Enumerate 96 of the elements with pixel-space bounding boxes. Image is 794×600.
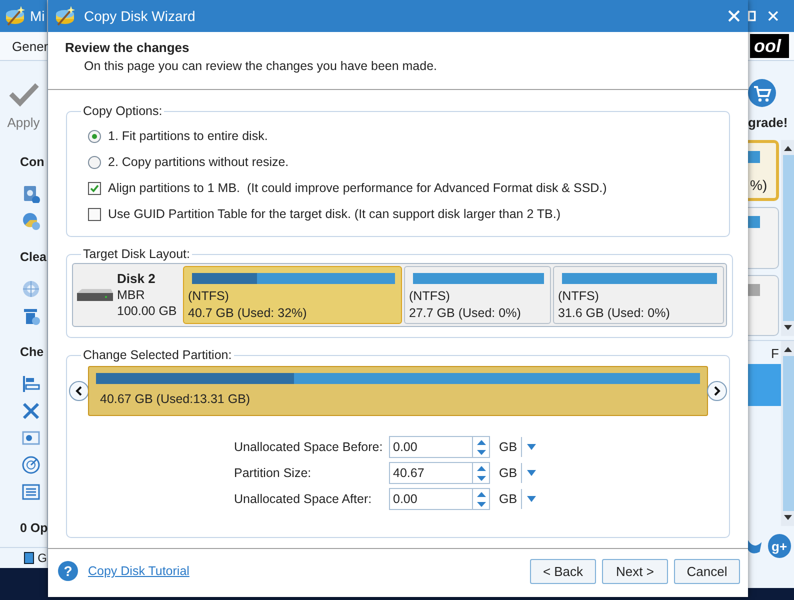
checkbox[interactable] (88, 208, 101, 220)
option-label: Align partitions to 1 MB. (It could improve performance for Advanced Format disk & SSD.) (108, 181, 607, 195)
caret-up-icon[interactable] (784, 347, 792, 352)
disk-card[interactable] (748, 274, 779, 336)
maximize-icon[interactable] (748, 10, 756, 22)
caret-down-icon[interactable] (784, 515, 792, 520)
close-icon[interactable] (768, 10, 778, 22)
section-header: 0 Op (20, 521, 48, 537)
unit-label: GB (490, 489, 522, 509)
caret-icon[interactable] (527, 444, 536, 450)
partition-info: 27.7 GB (Used: 0%) (409, 305, 522, 322)
align-icon[interactable] (22, 375, 40, 393)
file-system: (NTFS) (409, 288, 451, 305)
caret-up-icon[interactable] (784, 146, 792, 151)
close-icon[interactable] (728, 10, 740, 22)
scrollbar[interactable] (781, 140, 794, 336)
option-label: Use GUID Partition Table for the target disk. (It can support disk larger than 2 TB.) (108, 207, 561, 221)
partition-info: 40.67 GB (Used:13.31 GB) (99, 392, 252, 406)
card-icon[interactable] (22, 429, 40, 447)
partition-block[interactable]: (NTFS) 40.7 GB (Used: 32%) (183, 266, 402, 324)
scrollbar[interactable] (781, 341, 794, 526)
window-title: Mi (30, 8, 45, 24)
file-system: (NTFS) (188, 288, 230, 305)
group-title: Target Disk Layout: (82, 247, 191, 261)
scrollbar-thumb[interactable] (782, 356, 794, 511)
section-header: Clea (20, 250, 46, 266)
globe-icon[interactable] (22, 280, 40, 298)
chevron-right-icon (713, 386, 721, 396)
menu-tab[interactable]: Gener (0, 38, 48, 54)
disk-size: 100.00 GB (117, 303, 177, 319)
check-icon[interactable] (8, 81, 40, 107)
caret-down-icon[interactable] (784, 325, 792, 330)
unit-label: GB (490, 437, 522, 457)
list-icon[interactable] (22, 483, 40, 501)
field-label: Partition Size: (234, 466, 312, 480)
section-header: Con (20, 155, 44, 171)
brand-logo: ool (750, 34, 789, 58)
radio-button[interactable] (88, 156, 101, 168)
spin-buttons[interactable] (473, 436, 490, 458)
file-system: (NTFS) (558, 288, 600, 305)
size-field[interactable]: 0.00 (389, 488, 473, 510)
toolbar-label[interactable]: Apply (7, 115, 40, 130)
app-icon (4, 5, 26, 27)
disk-icon[interactable] (22, 185, 40, 203)
option-label: 2. Copy partitions without resize. (108, 155, 289, 169)
spin-buttons[interactable] (473, 488, 490, 510)
partition-info: 40.7 GB (Used: 32%) (188, 305, 308, 322)
social-icon[interactable]: g+ (768, 534, 791, 558)
size-field[interactable]: 40.67 (389, 462, 473, 484)
radar-icon[interactable] (22, 456, 40, 474)
page-subtitle: On this page you can review the changes you have been made. (84, 59, 438, 73)
field-label: Unallocated Space After: (234, 492, 373, 506)
cart-icon[interactable] (748, 79, 776, 107)
usage-bar (748, 216, 760, 228)
partition-block[interactable]: (NTFS) 31.6 GB (Used: 0%) (553, 266, 724, 324)
chevron-left-icon (75, 386, 83, 396)
section-header: Che (20, 345, 44, 361)
usage-bar (748, 284, 760, 296)
checkbox[interactable] (88, 182, 101, 194)
previous-button[interactable] (69, 381, 89, 401)
next-arrow-button[interactable] (707, 381, 727, 401)
disk-drive-icon (77, 288, 113, 302)
partition-block[interactable]: (NTFS) 27.7 GB (Used: 0%) (404, 266, 551, 324)
unit-label: GB (490, 463, 522, 483)
dialog-button[interactable]: Next > (602, 558, 668, 584)
dialog-button[interactable]: < Back (530, 558, 596, 584)
group-title: Change Selected Partition: (82, 348, 233, 362)
field-label: Unallocated Space Before: (234, 440, 384, 454)
option-label: 1. Fit partitions to entire disk. (108, 129, 268, 143)
app-icon (54, 5, 76, 27)
partition-bar[interactable]: 40.67 GB (Used:13.31 GB) (88, 366, 708, 416)
pie-icon[interactable] (22, 212, 40, 230)
card-text: %) (749, 177, 768, 193)
disk-card[interactable] (748, 207, 779, 269)
caret-icon[interactable] (527, 496, 536, 502)
page-heading: Review the changes (65, 40, 190, 55)
disk-type: MBR (117, 287, 146, 303)
toolbar-label[interactable]: grade! (748, 115, 788, 130)
tutorial-link[interactable]: Copy Disk Tutorial (88, 564, 190, 578)
scrollbar-thumb[interactable] (782, 155, 794, 321)
radio-button[interactable] (88, 130, 101, 142)
help-icon[interactable]: ? (58, 561, 78, 581)
trash-icon[interactable] (22, 307, 40, 325)
caret-icon[interactable] (527, 470, 536, 476)
legend-label: G (38, 551, 47, 565)
column-header[interactable]: F (748, 341, 781, 363)
legend-swatch (24, 552, 34, 564)
disk-name: Disk 2 (117, 271, 156, 287)
dialog-button[interactable]: Cancel (674, 558, 740, 584)
usage-bar (748, 151, 760, 163)
group-title: Copy Options: (82, 104, 164, 118)
spin-buttons[interactable] (473, 462, 490, 484)
size-field[interactable]: 0.00 (389, 436, 473, 458)
disk-card[interactable]: %) (748, 140, 779, 202)
dialog-title: Copy Disk Wizard (84, 8, 196, 24)
partition-info: 31.6 GB (Used: 0%) (558, 305, 671, 322)
